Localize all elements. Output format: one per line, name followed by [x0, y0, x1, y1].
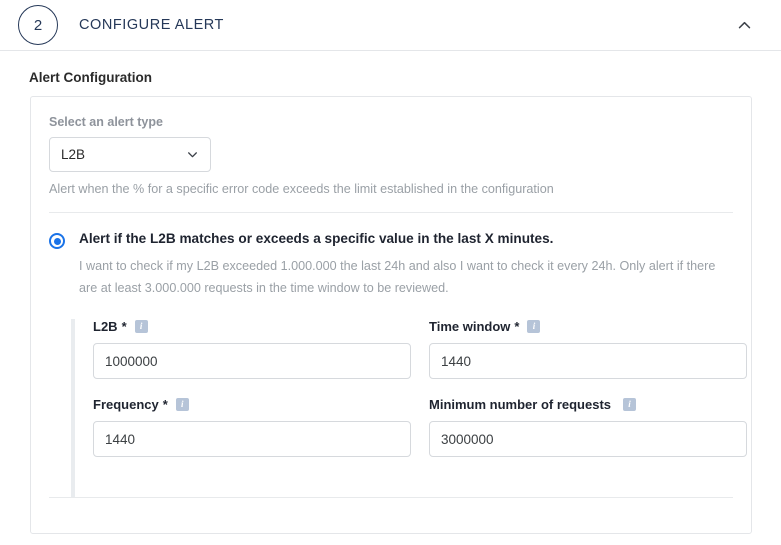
alert-type-selected-value: L2B [61, 147, 86, 162]
field-minimum-requests-label-text: Minimum number of requests [429, 397, 612, 413]
field-time-window-label: Time window * i [429, 319, 747, 334]
alert-type-select-wrap: L2B [49, 137, 211, 172]
info-icon[interactable]: i [175, 398, 189, 412]
alert-type-label: Select an alert type [49, 115, 163, 129]
alert-type-select[interactable]: L2B [49, 137, 211, 172]
section-divider-bottom [49, 497, 733, 499]
step-header: 2 CONFIGURE ALERT [0, 0, 781, 51]
section-divider-top [49, 212, 733, 213]
chevron-down-icon [188, 152, 197, 158]
field-frequency: Frequency * i [93, 397, 411, 458]
alert-rule-radio[interactable] [49, 233, 65, 249]
alert-rule-description: I want to check if my L2B exceeded 1.000… [79, 259, 716, 295]
collapse-section-button[interactable] [729, 10, 759, 40]
field-frequency-required-mark: * [162, 397, 168, 413]
step-number-badge: 2 [18, 5, 58, 45]
field-frequency-label-text: Frequency [93, 397, 159, 413]
field-frequency-label: Frequency * i [93, 397, 411, 412]
chevron-up-icon [738, 21, 750, 28]
alert-rule-radio-row[interactable]: Alert if the L2B matches or exceeds a sp… [49, 231, 733, 249]
alert-type-group: Select an alert type L2B Alert when the … [49, 115, 733, 196]
field-l2b-label: L2B * i [93, 319, 411, 334]
minimum-number-of-requests-input[interactable] [429, 421, 747, 458]
info-icon[interactable]: i [527, 320, 541, 334]
l2b-input[interactable] [93, 343, 411, 380]
info-icon[interactable]: i [623, 398, 637, 412]
field-time-window-label-text: Time window [429, 319, 511, 335]
page-title: CONFIGURE ALERT [79, 17, 224, 33]
field-time-window: Time window * i [429, 319, 747, 380]
field-grid: L2B * i Time window * i [93, 319, 747, 475]
field-time-window-required-mark: * [514, 319, 520, 335]
field-l2b: L2B * i [93, 319, 411, 380]
step-number: 2 [33, 16, 43, 34]
frequency-input[interactable] [93, 421, 411, 458]
section-title: Alert Configuration [29, 70, 152, 85]
alert-rule-fields-block: L2B * i Time window * i [71, 319, 747, 498]
field-minimum-number-of-requests: Minimum number of requests i [429, 397, 747, 458]
time-window-input[interactable] [429, 343, 747, 380]
field-l2b-label-text: L2B [93, 319, 118, 335]
info-icon[interactable]: i [134, 320, 148, 334]
field-l2b-required-mark: * [121, 319, 127, 335]
alert-rule-radio-label: Alert if the L2B matches or exceeds a sp… [79, 231, 554, 246]
field-minimum-requests-label: Minimum number of requests i [429, 397, 747, 412]
alert-type-helper-text: Alert when the % for a specific error co… [49, 182, 554, 196]
radio-selected-dot [53, 237, 61, 245]
alert-configuration-card: Select an alert type L2B Alert when the … [30, 96, 752, 534]
